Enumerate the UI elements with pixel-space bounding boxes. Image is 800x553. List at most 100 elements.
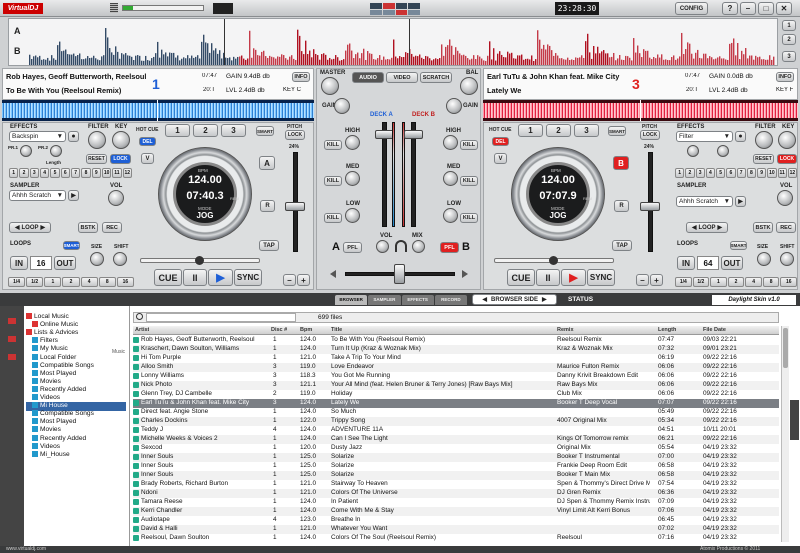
- browser-side-view-button[interactable]: ◀ BROWSER SIDE ▶: [472, 294, 557, 305]
- deck-a-fx-slot-5[interactable]: 5: [50, 168, 60, 178]
- table-row[interactable]: Rob Hayes, Geoff Butterworth, Reelsoul 1 1…: [133, 336, 779, 345]
- headphone-mix-knob[interactable]: [412, 240, 425, 253]
- deck-a-key-knob[interactable]: [112, 131, 130, 149]
- deck-a-loop-out-button[interactable]: OUT: [54, 256, 76, 270]
- column-header-5[interactable]: Length: [658, 327, 676, 333]
- deck-b-fx-p1-knob[interactable]: [687, 145, 699, 157]
- table-row[interactable]: Audiotape 4 123.0 Breathe In 06:45 04/19 23:3…: [133, 516, 779, 525]
- deck-a-a-button[interactable]: A: [259, 156, 275, 170]
- deck-a-cue-3-button[interactable]: 3: [221, 124, 246, 137]
- deck-b-fx-slot-8[interactable]: 8: [746, 168, 756, 178]
- deck-b-sample-select[interactable]: Ahhh Scratch ▼: [676, 196, 733, 207]
- deck-b-pitch-minus-button[interactable]: –: [636, 274, 649, 286]
- table-row[interactable]: Michelle Weeks & Voices 2 1 124.0 Can I See…: [133, 435, 779, 444]
- high-b-knob[interactable]: [443, 135, 458, 150]
- deck-a-loop-in-button[interactable]: IN: [10, 256, 28, 270]
- deck-b-bstk-button[interactable]: BSTK: [753, 222, 773, 233]
- deck-a-loop-4[interactable]: 4: [80, 277, 98, 287]
- table-row[interactable]: Kerri Chandler 1 124.0 Come With Me & Stay V…: [133, 507, 779, 516]
- deck-b-cue-1-button[interactable]: 1: [518, 124, 543, 137]
- deck-b-pitch-plus-button[interactable]: +: [650, 274, 663, 286]
- deck-b-smart-loop-button[interactable]: SMART: [730, 241, 747, 250]
- deck-b-reset-button[interactable]: RESET: [753, 154, 774, 164]
- table-row[interactable]: David & Halli 1 121.0 Whatever You Want 07:0…: [133, 525, 779, 534]
- deck-b-lock-button[interactable]: LOCK: [777, 154, 797, 164]
- mixer-tab-video[interactable]: VIDEO: [386, 72, 418, 83]
- deck-a-r-button[interactable]: R: [260, 200, 275, 212]
- kill-high-a-button[interactable]: KILL: [324, 140, 342, 150]
- deck-b-v-button[interactable]: V: [494, 153, 507, 164]
- deck-a-loop-1[interactable]: 1/2: [26, 277, 44, 287]
- deck-b-del-button[interactable]: DEL: [492, 137, 509, 146]
- close-button[interactable]: ✕: [776, 2, 792, 15]
- med-a-knob[interactable]: [345, 171, 360, 186]
- deck-b-play-button[interactable]: ▶: [561, 269, 586, 286]
- deck-b-info-button[interactable]: INFO: [776, 72, 794, 82]
- table-row[interactable]: Sexcod 1 120.0 Dusty Jazz Original Mix 05:54 0…: [133, 444, 779, 453]
- deck-b-pitch-lock-button[interactable]: LOCK: [640, 130, 660, 140]
- deck-b-loop-3[interactable]: 2: [727, 277, 745, 287]
- deck-b-filter-knob[interactable]: [755, 131, 773, 149]
- deck-b-fx-slot-11[interactable]: 11: [777, 168, 787, 178]
- table-row[interactable]: Earl TuTu & John Khan feat. Mike City 3 12…: [133, 399, 779, 408]
- layout-selector-icon[interactable]: [370, 3, 420, 15]
- deck-a-loop-sample-button[interactable]: ◀ LOOP ▶: [9, 222, 51, 233]
- deck-a-waveform[interactable]: [2, 100, 314, 121]
- side-panel-toggle[interactable]: [790, 400, 799, 440]
- deck-b-smart-button[interactable]: SMART: [608, 126, 626, 136]
- deck-b-loop-6[interactable]: 16: [780, 277, 798, 287]
- table-row[interactable]: Inner Souls 1 125.0 Solarize Booker T Main M…: [133, 471, 779, 480]
- deck-b-pitch-fader[interactable]: [640, 202, 660, 211]
- deck-a-fx-slot-7[interactable]: 7: [70, 168, 81, 178]
- deck-a-smart-button[interactable]: SMART: [256, 126, 274, 136]
- table-row[interactable]: Brady Roberts, Richard Burton 1 121.0 Stair…: [133, 480, 779, 489]
- deck-a-pitch-plus-button[interactable]: +: [297, 274, 310, 286]
- deck-b-fx-slot-7[interactable]: 7: [736, 168, 746, 178]
- gain-a-knob[interactable]: [334, 98, 350, 114]
- deck-b-sync-button[interactable]: SYNC: [587, 269, 615, 286]
- deck-a-rec-button[interactable]: REC: [102, 222, 122, 233]
- minimize-button[interactable]: –: [740, 2, 756, 15]
- rhythm-waveform[interactable]: [8, 18, 778, 66]
- table-row[interactable]: Teddy J 4 124.0 ADVENTURE 11A 04:51 10/11 20:…: [133, 426, 779, 435]
- kill-med-a-button[interactable]: KILL: [324, 176, 342, 186]
- deck-b-fx-slot-6[interactable]: 6: [726, 168, 736, 178]
- deck-a-fx-slot-2[interactable]: 2: [19, 168, 29, 178]
- deck-b-loop-sample-button[interactable]: ◀ LOOP ▶: [686, 222, 728, 233]
- deck-b-effect-on-button[interactable]: ●: [735, 131, 746, 142]
- folder-remove-icon[interactable]: [8, 336, 16, 342]
- zoom-1-button[interactable]: 1: [782, 20, 796, 31]
- table-row[interactable]: Glenn Trey, DJ Cambelle 2 119.0 Holiday Club…: [133, 390, 779, 399]
- deck-a-pitch-fader[interactable]: [285, 202, 305, 211]
- deck-b-fx-slot-4[interactable]: 4: [705, 168, 715, 178]
- deck-a-pitch-lock-button[interactable]: LOCK: [285, 130, 305, 140]
- deck-b-rec-button[interactable]: REC: [776, 222, 796, 233]
- mixer-tab-audio[interactable]: AUDIO: [352, 72, 384, 83]
- kill-med-b-button[interactable]: KILL: [460, 176, 478, 186]
- scrollbar-thumb[interactable]: [783, 328, 788, 368]
- deck-a-sampler-vol-knob[interactable]: [108, 190, 124, 206]
- deck-a-del-button[interactable]: DEL: [139, 137, 156, 146]
- deck-b-fx-slot-1[interactable]: 1: [675, 168, 685, 178]
- deck-b-fx-slot-12[interactable]: 12: [787, 168, 797, 178]
- deck-a-fx-slot-4[interactable]: 4: [39, 168, 50, 178]
- deck-a-loop-2[interactable]: 1: [44, 277, 62, 287]
- deck-a-tap-button[interactable]: TAP: [259, 240, 279, 251]
- deck-a-fx-p1-knob[interactable]: [20, 145, 32, 157]
- bal-knob[interactable]: [460, 77, 478, 95]
- table-row[interactable]: Tamara Reese 1 124.0 In Patient DJ Spen & Th…: [133, 498, 779, 507]
- low-a-knob[interactable]: [345, 208, 360, 223]
- deck-b-loop-shift-knob[interactable]: [780, 252, 794, 266]
- deck-b-loop-5[interactable]: 8: [762, 277, 780, 287]
- deck-a-sample-select[interactable]: Ahhh Scratch ▼: [9, 190, 66, 201]
- table-row[interactable]: Direct feat. Angie Stone 1 124.0 So Much 05:…: [133, 408, 779, 417]
- deck-b-loop-1[interactable]: 1/2: [692, 277, 710, 287]
- deck-a-loop-size-knob[interactable]: [90, 252, 104, 266]
- deck-b-fx-slot-2[interactable]: 2: [685, 168, 695, 178]
- headphone-vol-knob[interactable]: [376, 240, 389, 253]
- deck-b-sample-play-button[interactable]: ▶: [735, 196, 746, 207]
- pfl-b-button[interactable]: PFL: [440, 242, 459, 253]
- deck-b-cue-button[interactable]: CUE: [507, 269, 535, 286]
- folder-filter-icon[interactable]: [8, 354, 16, 360]
- mixer-tab-scratch[interactable]: SCRATCH: [420, 72, 452, 83]
